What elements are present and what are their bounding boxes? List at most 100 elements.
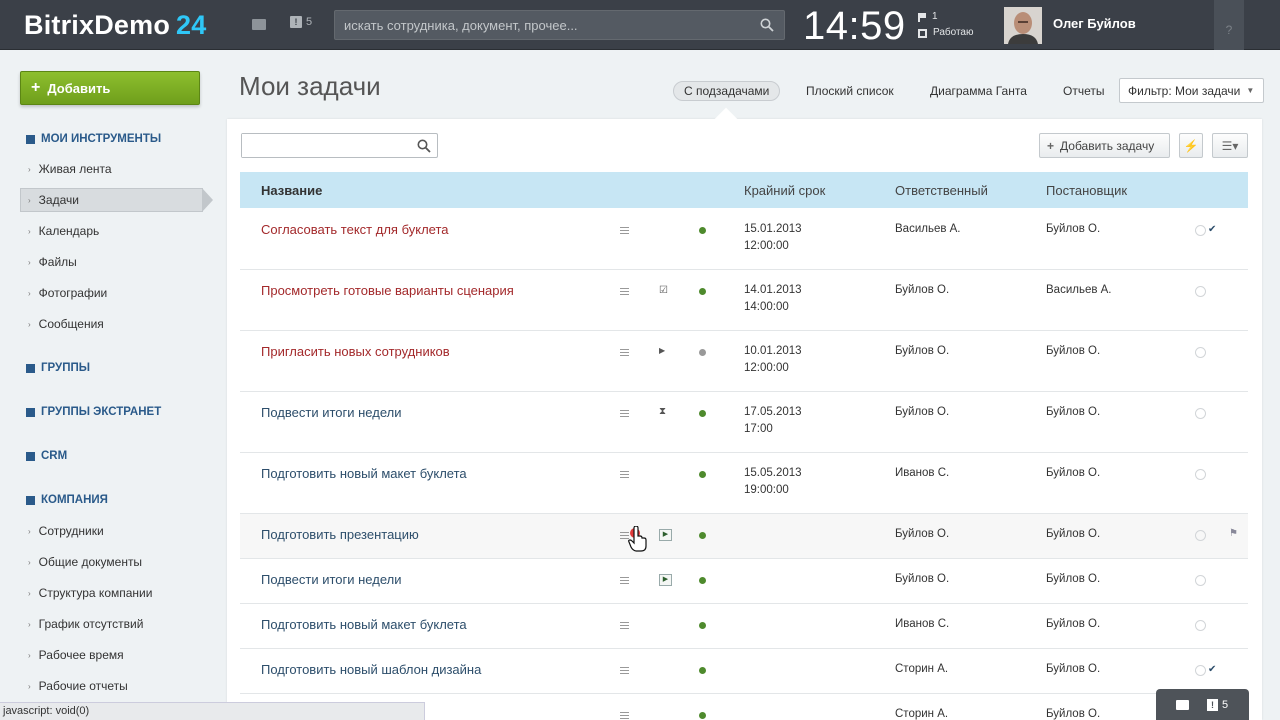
creator[interactable]: Буйлов О. (1046, 618, 1100, 630)
responsible[interactable]: Иванов С. (895, 467, 949, 479)
column-deadline[interactable]: Крайний срок (744, 183, 825, 198)
table-row[interactable]: Подготовить новый шаблон дизайна Сторин … (240, 649, 1248, 694)
sidebar-item-work-time[interactable]: › Рабочее время (28, 648, 124, 662)
creator[interactable]: Буйлов О. (1046, 573, 1100, 585)
tab-gantt[interactable]: Диаграмма Ганта (930, 84, 1027, 98)
sidebar-item-live-feed[interactable]: › Живая лента (28, 162, 112, 176)
section-extranet-groups[interactable]: ГРУППЫ ЭКСТРАНЕТ (26, 406, 161, 418)
view-menu-button[interactable]: ☰▾ (1212, 133, 1248, 158)
task-menu-icon[interactable] (620, 712, 629, 719)
creator[interactable]: Буйлов О. (1046, 406, 1100, 418)
creator[interactable]: Буйлов О. (1046, 467, 1100, 479)
filter-dropdown[interactable]: Фильтр: Мои задачи ▼ (1119, 78, 1264, 103)
creator[interactable]: Буйлов О. (1046, 345, 1100, 357)
chat-icon[interactable] (252, 19, 266, 30)
tab-reports[interactable]: Отчеты (1063, 84, 1104, 98)
complete-checkbox[interactable] (1195, 530, 1206, 541)
complete-checkbox[interactable] (1195, 665, 1206, 676)
section-crm[interactable]: CRM (26, 450, 67, 462)
complete-checkbox[interactable] (1195, 347, 1206, 358)
table-row[interactable]: Согласовать текст для буклета 15.01.2013… (240, 209, 1248, 270)
sidebar-item-work-reports[interactable]: › Рабочие отчеты (28, 679, 128, 693)
start-task-icon[interactable]: ▶ (659, 529, 672, 541)
creator[interactable]: Буйлов О. (1046, 528, 1100, 540)
sidebar-item-photos[interactable]: › Фотографии (28, 286, 107, 300)
clock[interactable]: 14:59 (803, 4, 906, 49)
work-status[interactable]: 1 Работаю (918, 9, 974, 41)
sidebar-item-absence-chart[interactable]: › График отсутствий (28, 617, 143, 631)
table-row[interactable]: Просмотреть готовые варианты сценария ☑ … (240, 270, 1248, 331)
task-menu-icon[interactable] (620, 349, 629, 356)
section-company[interactable]: КОМПАНИЯ (26, 494, 108, 506)
column-responsible[interactable]: Ответственный (895, 183, 988, 198)
task-title[interactable]: Подвести итоги недели (261, 405, 401, 420)
task-menu-icon[interactable] (620, 410, 629, 417)
avatar[interactable] (1004, 7, 1042, 44)
add-button[interactable]: + Добавить (20, 71, 200, 105)
task-menu-icon[interactable] (620, 288, 629, 295)
responsible[interactable]: Буйлов О. (895, 528, 949, 540)
sidebar-item-company-structure[interactable]: › Структура компании (28, 586, 152, 600)
hourglass-icon[interactable]: ⧗ (659, 406, 666, 417)
responsible[interactable]: Буйлов О. (895, 284, 949, 296)
task-menu-icon[interactable] (620, 471, 629, 478)
tab-with-subtasks[interactable]: С подзадачами (673, 81, 781, 101)
complete-checkbox[interactable] (1195, 575, 1206, 586)
task-title[interactable]: Подготовить новый шаблон дизайна (261, 662, 481, 677)
table-row[interactable]: Подготовить презентацию ▶ Буйлов О. Буйл… (240, 514, 1248, 559)
table-row[interactable]: Пригласить новых сотрудников ▶ 10.01.201… (240, 331, 1248, 392)
quick-task-button[interactable]: ⚡ (1179, 133, 1203, 158)
search-icon[interactable] (760, 18, 774, 32)
task-menu-icon[interactable] (620, 577, 629, 584)
responsible[interactable]: Сторин А. (895, 663, 948, 675)
notifications-button[interactable]: ! 5 (1207, 698, 1228, 711)
responsible[interactable]: Буйлов О. (895, 406, 949, 418)
complete-checkbox[interactable] (1195, 620, 1206, 631)
table-row[interactable]: Подвести итоги недели ▶ Буйлов О. Буйлов… (240, 559, 1248, 604)
sidebar-item-employees[interactable]: › Сотрудники (28, 524, 104, 538)
complete-checkbox[interactable] (1195, 225, 1206, 236)
responsible[interactable]: Буйлов О. (895, 573, 949, 585)
task-title[interactable]: Подготовить презентацию (261, 527, 419, 542)
task-menu-icon[interactable] (620, 667, 629, 674)
complete-checkbox[interactable] (1195, 408, 1206, 419)
creator[interactable]: Буйлов О. (1046, 223, 1100, 235)
sidebar-item-tasks[interactable]: › Задачи (20, 188, 213, 212)
sidebar-item-calendar[interactable]: › Календарь (28, 224, 99, 238)
search-icon[interactable] (417, 139, 431, 153)
logo[interactable]: BitrixDemo 24 (24, 10, 206, 41)
section-my-tools[interactable]: МОИ ИНСТРУМЕНТЫ (26, 133, 161, 145)
table-row[interactable]: Подвести итоги недели ⧗ 17.05.2013 17:00 … (240, 392, 1248, 453)
notifications-button[interactable]: ! 5 (290, 16, 312, 28)
sidebar-item-files[interactable]: › Файлы (28, 255, 77, 269)
task-title[interactable]: Согласовать текст для буклета (261, 222, 448, 237)
creator[interactable]: Буйлов О. (1046, 663, 1100, 675)
add-task-button[interactable]: + Добавить задачу (1039, 133, 1170, 158)
approve-icon[interactable]: ☑ (659, 285, 668, 296)
responsible[interactable]: Буйлов О. (895, 345, 949, 357)
sidebar-item-messages[interactable]: › Сообщения (28, 317, 104, 331)
column-name[interactable]: Название (261, 183, 322, 198)
task-title[interactable]: Подготовить новый макет буклета (261, 617, 467, 632)
responsible[interactable]: Иванов С. (895, 618, 949, 630)
flag-icon[interactable]: ⚑ (1229, 528, 1238, 539)
creator[interactable]: Васильев А. (1046, 284, 1112, 296)
help-button[interactable]: ? (1214, 0, 1244, 50)
table-row[interactable]: Подготовить новый макет буклета Иванов С… (240, 604, 1248, 649)
task-menu-icon[interactable] (620, 227, 629, 234)
task-title[interactable]: Подготовить новый макет буклета (261, 466, 467, 481)
section-groups[interactable]: ГРУППЫ (26, 362, 90, 374)
task-menu-icon[interactable] (620, 622, 629, 629)
complete-checkbox[interactable] (1195, 286, 1206, 297)
start-task-icon[interactable]: ▶ (659, 574, 672, 586)
complete-checkbox[interactable] (1195, 469, 1206, 480)
task-title[interactable]: Пригласить новых сотрудников (261, 344, 450, 359)
responsible[interactable]: Сторин А. (895, 708, 948, 720)
tab-flat-list[interactable]: Плоский список (806, 84, 894, 98)
play-icon[interactable]: ▶ (659, 346, 665, 355)
sidebar-item-shared-docs[interactable]: › Общие документы (28, 555, 142, 569)
task-title[interactable]: Просмотреть готовые варианты сценария (261, 283, 514, 298)
task-title[interactable]: Подвести итоги недели (261, 572, 401, 587)
search-input[interactable] (335, 11, 745, 39)
column-creator[interactable]: Постановщик (1046, 183, 1127, 198)
